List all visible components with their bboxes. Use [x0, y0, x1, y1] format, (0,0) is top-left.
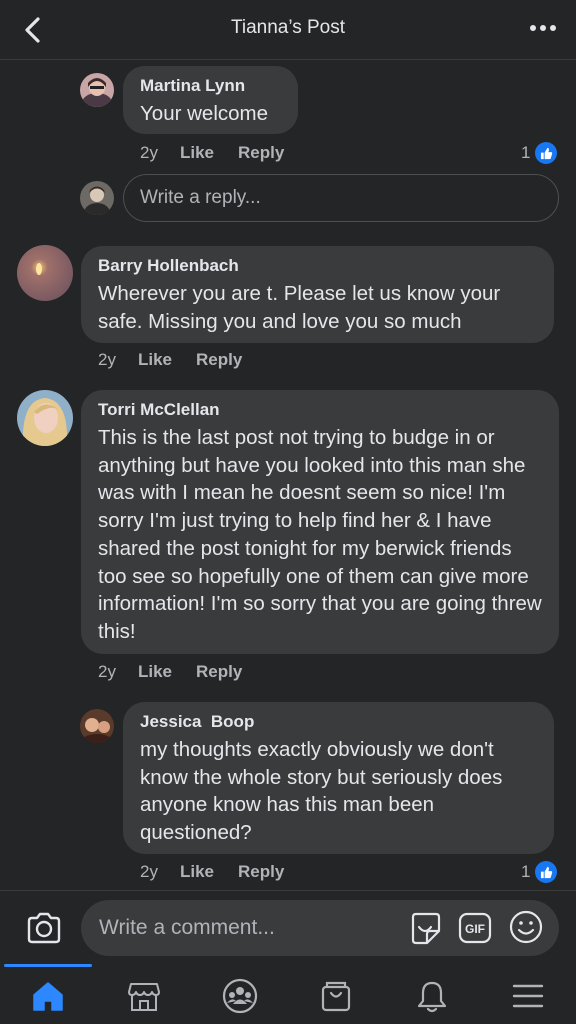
comment-text: Your welcome	[140, 102, 269, 125]
comment-timestamp[interactable]: 2y	[140, 862, 158, 882]
page-title: Tianna’s Post	[230, 17, 346, 38]
comment-actions: 2y Like Reply	[140, 141, 284, 165]
reaction-count-value: 1	[521, 862, 531, 881]
comment-bubble: Martina Lynn Your welcome	[123, 66, 298, 134]
comment-timestamp[interactable]: 2y	[98, 662, 116, 682]
avatar[interactable]	[80, 73, 114, 107]
comment-composer: Write a comment... GIF	[0, 890, 576, 964]
reaction-count[interactable]: 1	[521, 141, 558, 165]
comment-bubble: Jessica Boop my thoughts exactly obvious…	[123, 702, 554, 854]
marketplace-icon	[128, 983, 160, 1011]
active-tab-indicator	[4, 964, 92, 967]
reaction-count-value: 1	[521, 143, 531, 162]
comment-actions: 2y Like Reply	[140, 860, 284, 884]
emoji-icon[interactable]	[508, 909, 544, 945]
thumbs-up-icon	[535, 142, 558, 164]
tab-menu[interactable]	[508, 976, 548, 1016]
commenter-name[interactable]: Torri McClellan	[98, 400, 542, 420]
tab-notifications[interactable]	[412, 976, 452, 1016]
home-icon	[33, 982, 63, 1011]
comment-text: This is the last post not trying to budg…	[98, 426, 542, 643]
commenter-name[interactable]: Jessica Boop	[140, 712, 537, 732]
notifications-bell-icon	[417, 981, 447, 1013]
like-button[interactable]: Like	[180, 143, 214, 163]
comment-text: my thoughts exactly obviously we don't k…	[140, 738, 503, 845]
tab-groups[interactable]	[220, 976, 260, 1016]
groups-icon	[222, 978, 258, 1014]
comment-timestamp[interactable]: 2y	[140, 143, 158, 163]
thumbs-up-icon	[535, 861, 558, 883]
header-bar: Tianna’s Post	[0, 0, 576, 60]
reply-button[interactable]: Reply	[196, 662, 242, 682]
avatar[interactable]	[17, 245, 73, 301]
menu-icon	[512, 984, 544, 1008]
my-avatar	[80, 181, 114, 215]
like-button[interactable]: Like	[138, 350, 172, 370]
like-button[interactable]: Like	[180, 862, 214, 882]
shop-icon	[321, 981, 351, 1012]
commenter-name[interactable]: Martina Lynn	[140, 76, 281, 96]
comment-input-placeholder: Write a comment...	[99, 916, 275, 939]
comment-timestamp[interactable]: 2y	[98, 350, 116, 370]
comment-bubble: Barry Hollenbach Wherever you are t. Ple…	[81, 246, 554, 343]
comment-actions: 2y Like Reply	[98, 660, 242, 684]
avatar[interactable]	[80, 709, 114, 743]
reply-input-placeholder: Write a reply...	[140, 187, 261, 208]
bottom-tab-bar	[0, 964, 576, 1024]
reply-button[interactable]: Reply	[238, 862, 284, 882]
tab-home[interactable]	[28, 976, 68, 1016]
gif-icon[interactable]: GIF	[457, 910, 493, 946]
tab-marketplace[interactable]	[124, 976, 164, 1016]
comment-bubble: Torri McClellan This is the last post no…	[81, 390, 559, 654]
like-button[interactable]: Like	[138, 662, 172, 682]
sticker-icon[interactable]	[407, 909, 445, 947]
tab-shop[interactable]	[316, 976, 356, 1016]
comment-text: Wherever you are t. Please let us know y…	[98, 282, 501, 333]
gif-label: GIF	[465, 922, 485, 936]
commenter-name[interactable]: Barry Hollenbach	[98, 256, 537, 276]
reply-input[interactable]: Write a reply...	[123, 174, 559, 222]
reaction-count[interactable]: 1	[521, 860, 558, 884]
reply-button[interactable]: Reply	[196, 350, 242, 370]
camera-icon[interactable]	[24, 908, 64, 948]
avatar[interactable]	[17, 390, 73, 446]
reply-button[interactable]: Reply	[238, 143, 284, 163]
comment-actions: 2y Like Reply	[98, 348, 242, 372]
more-options-icon[interactable]	[528, 20, 558, 36]
